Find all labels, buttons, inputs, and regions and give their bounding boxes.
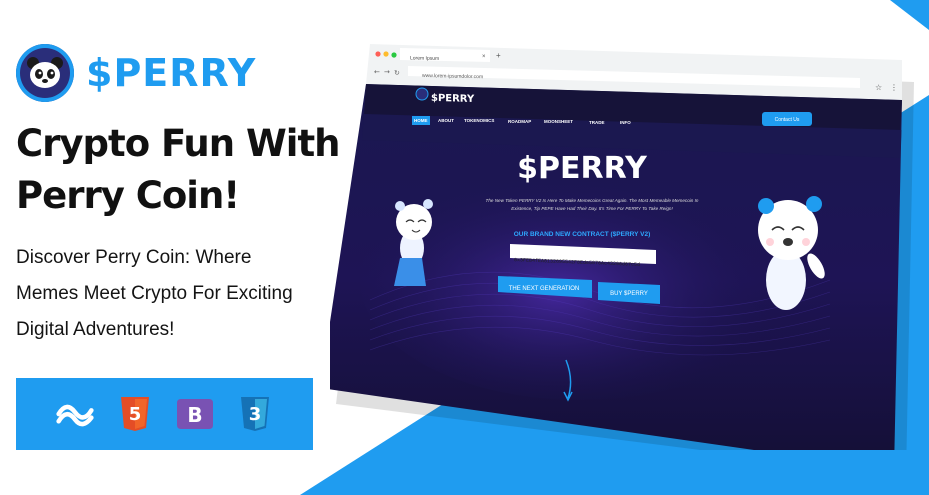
nav-item-moonsheet[interactable]: MOONSHEET [544,119,573,124]
buy-perry-label: BUY $PERRY [610,291,648,297]
nav-item-home[interactable]: HOME [414,118,428,123]
forward-icon[interactable]: → [384,68,390,76]
nav-item-about[interactable]: ABOUT [438,118,454,123]
svg-text:3: 3 [248,404,261,425]
nav-item-info[interactable]: INFO [620,120,631,125]
contract-title: OUR BRAND NEW CONTRACT ($PERRY V2) [514,231,651,238]
svg-text:B: B [187,403,202,427]
tech-stack-bar: 5 B 3 [16,378,313,450]
subline-line3: Digital Adventures! [16,319,175,340]
new-tab-icon[interactable]: + [496,51,501,60]
nav-item-tokenomics[interactable]: TOKENOMICS [464,118,494,123]
css3-icon: 3 [235,394,275,434]
brand: $PERRY [16,44,256,102]
html5-icon: 5 [115,394,155,434]
hero-text-line1: The New Token PERRY V2 Is Here To Make M… [486,198,699,203]
next-generation-label: THE NEXT GENERATION [509,286,579,292]
brand-name: $PERRY [86,51,257,95]
nav-item-roadmap[interactable]: ROADMAP [508,119,531,124]
headline-line1: Crypto Fun With [16,122,341,165]
tailwind-icon [55,394,95,434]
site-logo-text[interactable]: $PERRY [431,93,475,105]
menu-dots-icon[interactable]: ⋮ [890,83,898,92]
contact-us-label: Contact Us [775,117,800,123]
subline: Discover Perry Coin: Where Memes Meet Cr… [16,240,336,348]
url-field[interactable]: www.lorem-ipsumdolor.com [422,73,483,80]
subline-line1: Discover Perry Coin: Where [16,247,252,268]
browser-mockup: Lorem Ipsum × + ← → ↻ www.lorem-ipsumdol… [330,30,929,450]
nav-item-trade[interactable]: TRADE [589,120,605,125]
bootstrap-icon: B [175,394,215,434]
close-tab-icon[interactable]: × [482,54,486,60]
reload-icon[interactable]: ↻ [394,69,400,77]
browser-tab-title[interactable]: Lorem Ipsum [410,55,439,62]
headline: Crypto Fun With Perry Coin! [16,118,346,222]
headline-line2: Perry Coin! [16,174,240,217]
back-icon[interactable]: ← [374,68,380,76]
svg-text:5: 5 [128,404,141,425]
subline-line2: Memes Meet Crypto For Exciting [16,283,293,304]
hero-text-line2: Existence, Tip PEPE Have Had Their Day. … [511,206,673,211]
browser-window: Lorem Ipsum × + ← → ↻ www.lorem-ipsumdol… [330,44,914,450]
panda-logo-icon [16,44,74,102]
hero-title: $PERRY [517,151,648,186]
bookmark-star-icon[interactable]: ☆ [875,83,882,92]
